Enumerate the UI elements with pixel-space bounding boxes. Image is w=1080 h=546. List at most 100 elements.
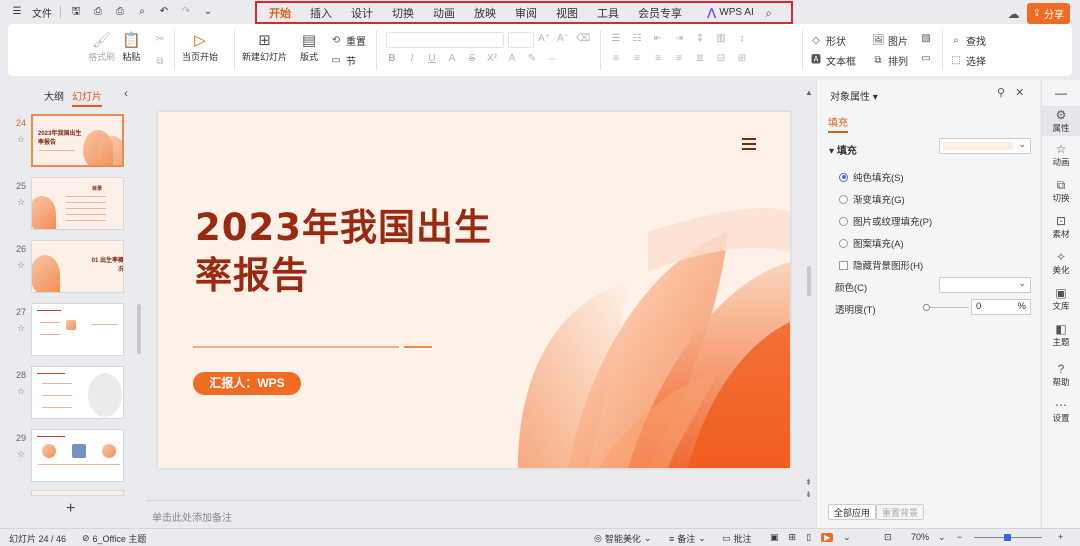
font-size-select[interactable] — [508, 32, 534, 48]
search-icon[interactable]: ⌕ — [762, 6, 776, 20]
find-button[interactable]: ⌕ 查找 — [950, 33, 986, 49]
redo-icon[interactable]: ↷ — [179, 5, 193, 19]
reading-view-icon[interactable]: ▯ — [806, 532, 811, 543]
zoom-dropdown-icon[interactable]: ⌄ — [938, 532, 946, 543]
smart-art-icon[interactable]: ⊞ — [736, 53, 748, 65]
customize-chevron-icon[interactable]: ⌄ — [201, 5, 215, 19]
justify-icon[interactable]: ≡ — [673, 53, 685, 65]
italic-icon[interactable]: I — [406, 53, 418, 65]
slide-thumbnail-28[interactable]: 28 ☆ — [8, 366, 146, 420]
font-color-icon[interactable]: A — [506, 53, 518, 65]
sidebar-item-transition[interactable]: ⧉ 切换 — [1042, 178, 1080, 204]
tab-insert[interactable]: 插入 — [310, 5, 332, 21]
tab-transition[interactable]: 切换 — [392, 5, 414, 21]
print-preview-icon[interactable]: ⌕ — [135, 5, 149, 19]
fill-color-picker[interactable]: ⌄ — [939, 138, 1031, 154]
collapse-panel-icon[interactable]: ‹ — [124, 86, 128, 100]
arrange-button[interactable]: ⧉ 排列 — [872, 53, 908, 69]
tab-review[interactable]: 审阅 — [515, 5, 537, 21]
line-spacing-icon[interactable]: ↕ — [736, 33, 748, 45]
file-menu[interactable]: 文件 — [32, 5, 52, 20]
smart-beautify-button[interactable]: ◎ 智能美化 ⌄ — [594, 532, 651, 545]
align-text-icon[interactable]: ⊟ — [715, 53, 727, 65]
star-icon[interactable]: ☆ — [17, 197, 25, 208]
star-icon[interactable]: ☆ — [17, 260, 25, 271]
tab-tools[interactable]: 工具 — [597, 5, 619, 21]
tab-slides[interactable]: 幻灯片 — [72, 88, 102, 107]
slide-canvas[interactable]: 2023年我国出生 率报告 汇报人：WPS — [158, 112, 790, 468]
undo-icon[interactable]: ↶ — [157, 5, 171, 19]
collapse-sidebar-icon[interactable]: — — [1042, 86, 1080, 100]
zoom-in-icon[interactable]: + — [1058, 532, 1063, 542]
next-slide-icon[interactable]: ⇟ — [805, 490, 812, 499]
radio-picture-fill[interactable]: 图片或纹理填充(P) — [839, 214, 932, 228]
thumbnail-scrollbar[interactable] — [137, 304, 141, 354]
notes-input[interactable]: 单击此处添加备注 — [152, 509, 232, 524]
underline-icon[interactable]: U — [426, 53, 438, 65]
save-icon[interactable]: 🖫 — [69, 5, 83, 19]
reset-button[interactable]: ⟲ 重置 — [330, 33, 366, 49]
zoom-out-icon[interactable]: − — [957, 532, 962, 542]
distribute-icon[interactable]: ≣ — [694, 53, 706, 65]
slide-title[interactable]: 2023年我国出生 率报告 — [195, 204, 515, 300]
sidebar-item-properties[interactable]: ⚙ 属性 — [1042, 106, 1080, 136]
add-slide-icon[interactable]: + — [66, 500, 75, 518]
hide-background-checkbox[interactable]: 隐藏背景图形(H) — [839, 258, 923, 272]
slide-thumbnail-24[interactable]: 24 ☆ 2023年我国出生率报告 — [8, 114, 146, 168]
sidebar-item-beautify[interactable]: ✧ 美化 — [1042, 250, 1080, 276]
shrink-font-icon[interactable]: A⁻ — [557, 33, 569, 45]
tab-slideshow[interactable]: 放映 — [474, 5, 496, 21]
chevron-down-icon[interactable]: ⌄ — [843, 532, 851, 543]
fit-window-icon[interactable]: ⊡ — [884, 532, 892, 543]
panel-title[interactable]: 对象属性 ▾ — [830, 88, 878, 103]
reset-background-button[interactable]: 重置背景 — [876, 504, 925, 520]
print-icon[interactable]: ⎙ — [113, 5, 127, 19]
section-button[interactable]: ▭ 节 — [330, 53, 356, 69]
copy-icon[interactable]: ⧉ — [154, 56, 166, 68]
char-spacing-icon[interactable]: ⇔ — [546, 53, 558, 65]
tab-fill[interactable]: 填充 — [828, 114, 848, 133]
fill-tool[interactable]: ▧ — [920, 33, 932, 45]
tab-member[interactable]: 会员专享 — [638, 5, 682, 21]
columns-icon[interactable]: ▥ — [715, 33, 727, 45]
comments-toggle[interactable]: ▭ 批注 — [722, 532, 752, 545]
tab-outline[interactable]: 大纲 — [44, 88, 64, 107]
text-direction-icon[interactable]: ⇕ — [694, 33, 706, 45]
editor-scrollbar[interactable] — [807, 266, 811, 296]
align-center-icon[interactable]: ≡ — [631, 53, 643, 65]
slideshow-play-button[interactable]: ▶ — [821, 533, 834, 542]
prev-slide-icon[interactable]: ⇞ — [805, 478, 812, 487]
share-button[interactable]: ⇪ 分享 — [1026, 3, 1070, 24]
sidebar-item-material[interactable]: ⊡ 素材 — [1042, 214, 1080, 240]
fill-section-header[interactable]: ▾ 填充 — [829, 142, 857, 157]
strikethrough-icon[interactable]: S — [466, 53, 478, 65]
sidebar-item-help[interactable]: ? 帮助 — [1042, 362, 1080, 388]
slide-thumbnail-25[interactable]: 25 ☆ 目录 — [8, 177, 146, 231]
close-icon[interactable]: ✕ — [1015, 86, 1024, 99]
sidebar-item-settings[interactable]: ⋯ 设置 — [1042, 398, 1080, 424]
align-left-icon[interactable]: ≡ — [610, 53, 622, 65]
pin-icon[interactable]: ⚲ — [997, 86, 1005, 99]
layout-button[interactable]: ▤ 版式 — [300, 32, 318, 63]
notes-toggle[interactable]: ≡ 备注 ⌄ — [669, 532, 706, 545]
transparency-slider-knob[interactable] — [923, 304, 930, 311]
slide-sorter-icon[interactable]: ⊞ — [789, 532, 797, 543]
star-icon[interactable]: ☆ — [17, 449, 25, 460]
decrease-indent-icon[interactable]: ⇤ — [652, 33, 664, 45]
clear-format-icon[interactable]: ⌫ — [576, 33, 590, 45]
cut-icon[interactable]: ✂ — [154, 34, 166, 46]
zoom-level[interactable]: 70% — [911, 532, 929, 542]
highlight-icon[interactable]: ✎ — [526, 53, 538, 65]
tab-design[interactable]: 设计 — [351, 5, 373, 21]
radio-pattern-fill[interactable]: 图案填充(A) — [839, 236, 904, 250]
export-icon[interactable]: ⎙ — [91, 5, 105, 19]
tab-animation[interactable]: 动画 — [433, 5, 455, 21]
numbered-list-icon[interactable]: ☷ — [631, 33, 643, 45]
color-select[interactable]: ⌄ — [939, 277, 1031, 293]
shape-button[interactable]: ◇ 形状 — [810, 33, 846, 49]
cloud-icon[interactable]: ☁ — [1007, 7, 1021, 21]
reporter-badge[interactable]: 汇报人：WPS — [193, 372, 301, 395]
sidebar-item-animation[interactable]: ☆ 动画 — [1042, 142, 1080, 168]
transparency-input[interactable]: 0 % — [971, 299, 1031, 315]
slide-thumbnail-27[interactable]: 27 ☆ — [8, 303, 146, 357]
